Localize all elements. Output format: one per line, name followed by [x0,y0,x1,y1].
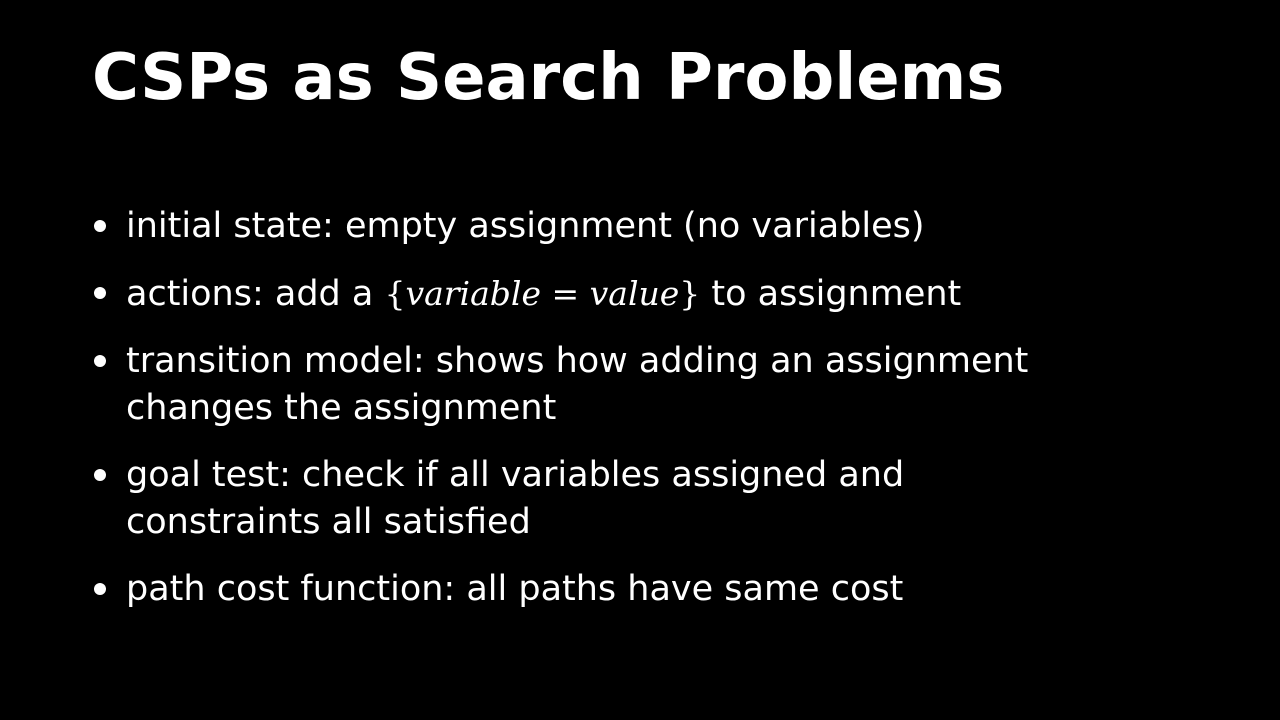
bullet-list: initial state: empty assignment (no vari… [94,203,1214,633]
bullet-text-line2: changes the assignment [126,388,557,428]
bullet-transition-model: transition model: shows how adding an as… [94,338,1214,432]
bullet-path-cost: path cost function: all paths have same … [94,566,1214,613]
bullet-goal-test: goal test: check if all variables assign… [94,452,1214,546]
bullet-initial-state: initial state: empty assignment (no vari… [94,203,1214,250]
bullet-dot-icon [94,583,106,595]
bullet-text: path cost function: all paths have same … [126,569,904,609]
bullet-dot-icon [94,355,106,367]
bullet-text-suffix: to assignment [700,274,962,314]
bullet-dot-icon [94,220,106,232]
bullet-text: initial state: empty assignment (no vari… [126,206,925,246]
bullet-text-line1: transition model: shows how adding an as… [126,341,1029,381]
bullet-actions: actions: add a {variable = value} to ass… [94,270,1214,318]
math-close-brace: } [679,274,701,313]
slide-title: CSPs as Search Problems [92,41,1005,115]
bullet-dot-icon [94,469,106,481]
math-open-brace: { [384,274,406,313]
bullet-text-line2: constraints all satisfied [126,502,531,542]
math-value: value [589,274,680,313]
slide: CSPs as Search Problems initial state: e… [0,0,1280,720]
math-equals: = [541,274,590,313]
bullet-text-prefix: actions: add a [126,274,385,314]
bullet-text-line1: goal test: check if all variables assign… [126,455,905,495]
math-expression: {variable = value} [384,274,700,313]
bullet-dot-icon [94,287,106,299]
math-variable: variable [405,274,541,313]
